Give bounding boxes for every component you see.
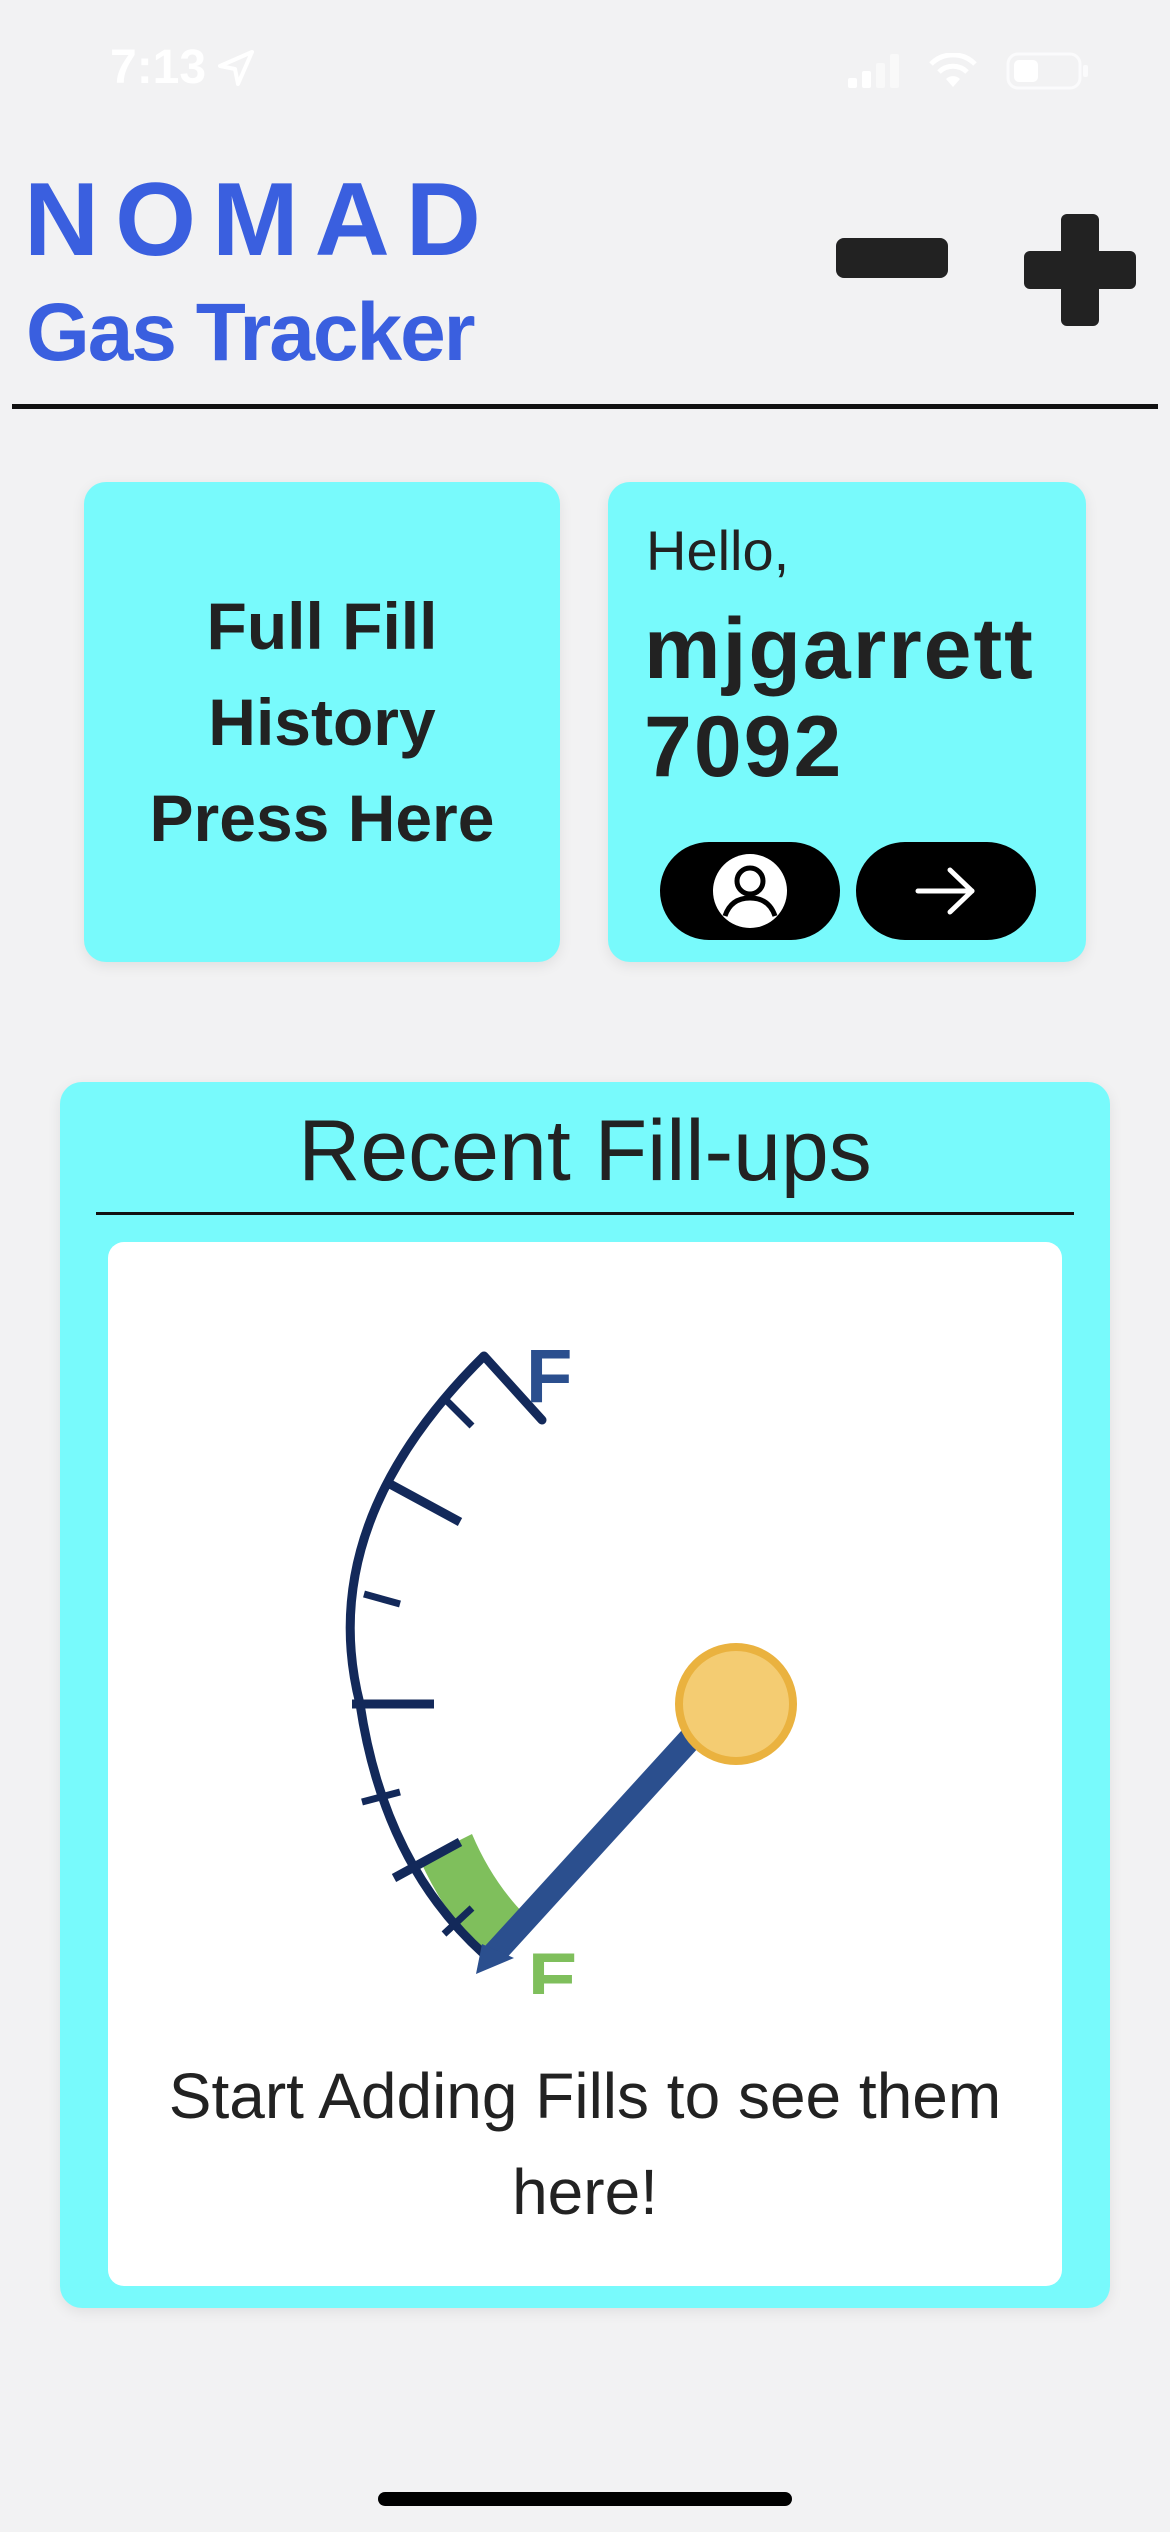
continue-button[interactable]	[856, 842, 1036, 940]
gauge-needle-cap	[675, 1643, 797, 1765]
status-time: 7:13	[110, 41, 207, 94]
arrow-right-icon	[915, 867, 975, 915]
gauge-needle	[485, 1695, 731, 1963]
fuel-gauge-icon: F E	[345, 1334, 797, 1994]
home-indicator[interactable]	[378, 2492, 792, 2506]
gauge-empty-label: E	[528, 1938, 579, 1994]
app-brand: NOMAD	[24, 162, 497, 278]
cellular-signal-icon	[848, 54, 899, 88]
profile-button[interactable]	[660, 842, 840, 940]
status-bar-icons	[848, 52, 1090, 90]
recent-fillups-title: Recent Fill-ups	[298, 1103, 872, 1199]
app-subtitle: Gas Tracker	[26, 287, 476, 378]
gauge-full-label: F	[526, 1334, 572, 1419]
header-divider	[12, 404, 1158, 409]
fill-history-button[interactable]: Full Fill History Press Here	[84, 482, 560, 962]
location-arrow-icon	[218, 49, 255, 86]
empty-state-panel: F E Start Adding Fills to see them here!	[108, 1242, 1062, 2286]
add-fill-button[interactable]	[1024, 214, 1136, 326]
remove-fill-button[interactable]	[836, 238, 948, 278]
wifi-icon	[929, 53, 977, 87]
user-profile-icon	[713, 854, 787, 928]
battery-icon	[1006, 52, 1088, 90]
username: mjgarrett 7092	[644, 601, 1035, 795]
status-bar-time-group: 7:13	[110, 40, 256, 95]
fill-history-label: Full Fill History Press Here	[149, 589, 495, 855]
recent-fillups-card: Recent Fill-ups F E Start Adding Fills t…	[60, 1082, 1110, 2308]
empty-state-message: Start Adding Fills to see them here!	[168, 2060, 1002, 2228]
recent-fillups-divider	[96, 1212, 1074, 1215]
user-greeting-card: Hello, mjgarrett 7092	[608, 482, 1086, 962]
greeting-label: Hello,	[646, 519, 790, 582]
